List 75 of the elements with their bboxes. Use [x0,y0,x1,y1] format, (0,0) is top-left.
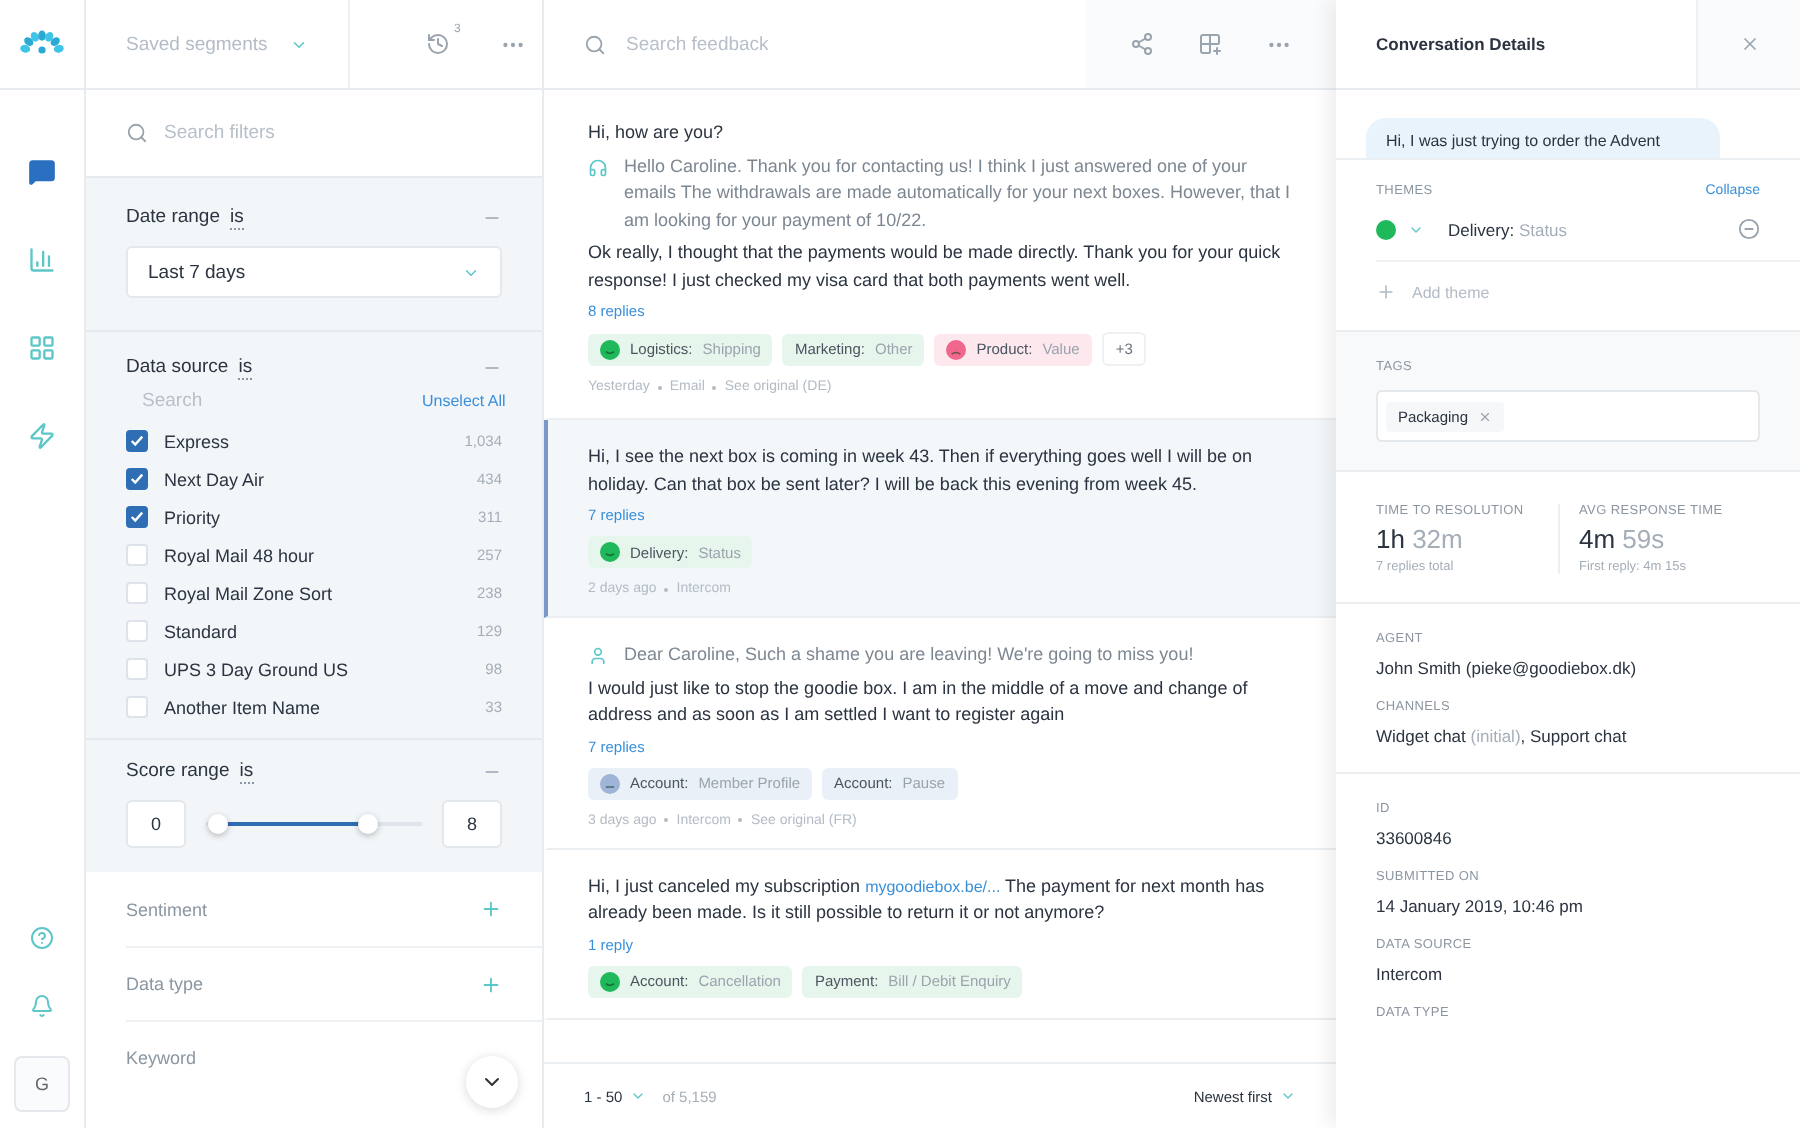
close-button[interactable] [1696,0,1800,88]
slider-handle[interactable] [357,814,378,834]
face-icon [600,542,620,562]
message-text: Hi, I see the next box is coming in week 43. Then if everything goes well I will be on holiday. Can that box be sent later? I will be back this evening from week 45. [588,444,1255,498]
scroll-down-button[interactable] [466,1056,518,1108]
panel-title: Conversation Details [1374,34,1548,54]
share-icon[interactable] [1130,32,1154,56]
message-text: Dear Caroline, Such a shame you are leaving! We're going to miss you! [624,642,1194,668]
bar-chart-icon[interactable] [24,242,60,278]
field-value: 14 January 2019, 10:46 pm [1376,896,1585,916]
theme-name: Delivery: Status [1448,219,1570,239]
filter-label: Data source [126,356,229,378]
checkbox[interactable] [126,468,148,490]
face-icon [600,339,620,359]
search-feedback-field[interactable]: Search feedback [622,31,1086,57]
option-label: Priority [164,507,223,527]
headset-icon [588,157,608,177]
grid-icon[interactable] [24,330,60,366]
filter-label: Keyword [126,1048,197,1068]
chat-bubble: Hi, I was just trying to order the Advent [1366,118,1720,158]
face-icon [600,773,620,793]
search-field[interactable]: Search [138,388,410,414]
option-label: Another Item Name [164,697,323,717]
link[interactable]: mygoodiebox.be/... [865,877,1001,895]
lightning-icon[interactable] [24,418,60,454]
caret-icon [630,1088,647,1104]
option-label: Next Day Air [164,469,267,489]
face-icon [600,971,620,991]
add-grid-icon[interactable] [1198,32,1222,56]
person-icon [588,646,608,666]
message-text: I would just like to stop the goodie box. I am in the middle of a move and change of address and as soon as I am settled I want to register again [588,675,1250,728]
add-icon[interactable] [480,973,502,995]
field-value: 33600846 [1376,828,1454,848]
plus-icon [1376,282,1396,302]
remove-icon[interactable] [1738,218,1760,240]
field-value: Intercom [1376,964,1445,984]
remove-icon[interactable] [1478,409,1493,423]
option-label: Standard [164,621,240,641]
operator-label[interactable]: is [230,206,244,230]
feedback-item[interactable] [544,849,1336,1019]
filter-label: Data type [126,974,204,994]
filter-label: Date range [126,206,221,228]
option-label: Royal Mail 48 hour [164,545,317,565]
search-filters-field[interactable]: Search filters [160,120,502,146]
max-field[interactable]: 8 [442,800,502,848]
message-text: Hi, how are you? [588,120,724,146]
search-icon [126,122,148,144]
message-text: Hello Caroline. Thank you for contacting us! I think I just answered one of your emails The withdrawals are made automatically for your next boxes. However, that I am looking for your payment of 10/22. [624,153,1292,234]
add-icon[interactable] [480,898,502,920]
slider-handle[interactable] [208,814,228,834]
stat-value: 4m 59s [1579,524,1667,554]
feedback-item[interactable] [544,420,1336,618]
date-range-select[interactable]: Last 7 days [126,246,502,298]
history-icon[interactable] [426,32,450,56]
operator-label[interactable]: is [239,760,254,784]
chat-icon[interactable] [24,154,60,190]
field-value: Widget chat (initial), Support chat [1376,726,1629,746]
option-label: Express [164,431,232,451]
checkbox[interactable] [126,430,148,452]
option-label: Royal Mail Zone Sort [164,583,335,603]
filter-label: Sentiment [126,899,208,919]
min-field[interactable]: 0 [126,800,186,848]
field-value: John Smith (pieke@goodiebox.dk) [1376,658,1639,678]
option-label: UPS 3 Day Ground US [164,659,351,679]
face-icon [946,339,967,359]
caret-icon [1280,1088,1296,1104]
checkbox[interactable] [126,506,148,528]
close-icon [1739,34,1759,54]
stat-value: 1h 32m [1376,524,1465,554]
filter-label: Score range [126,760,230,782]
message-text: Ok really, I thought that the payments would be made directly. Thank you for your quick response! I just checked my visa card that both payments went well. [588,240,1283,294]
search-icon [584,33,606,55]
avatar[interactable]: G [14,1056,70,1112]
operator-label[interactable]: is [238,356,253,380]
message-text: Hi, I just canceled my subscription mygoodiebox.be/... The payment for next month has already been made. Is it still possible to return it or not anymore? [588,873,1267,926]
